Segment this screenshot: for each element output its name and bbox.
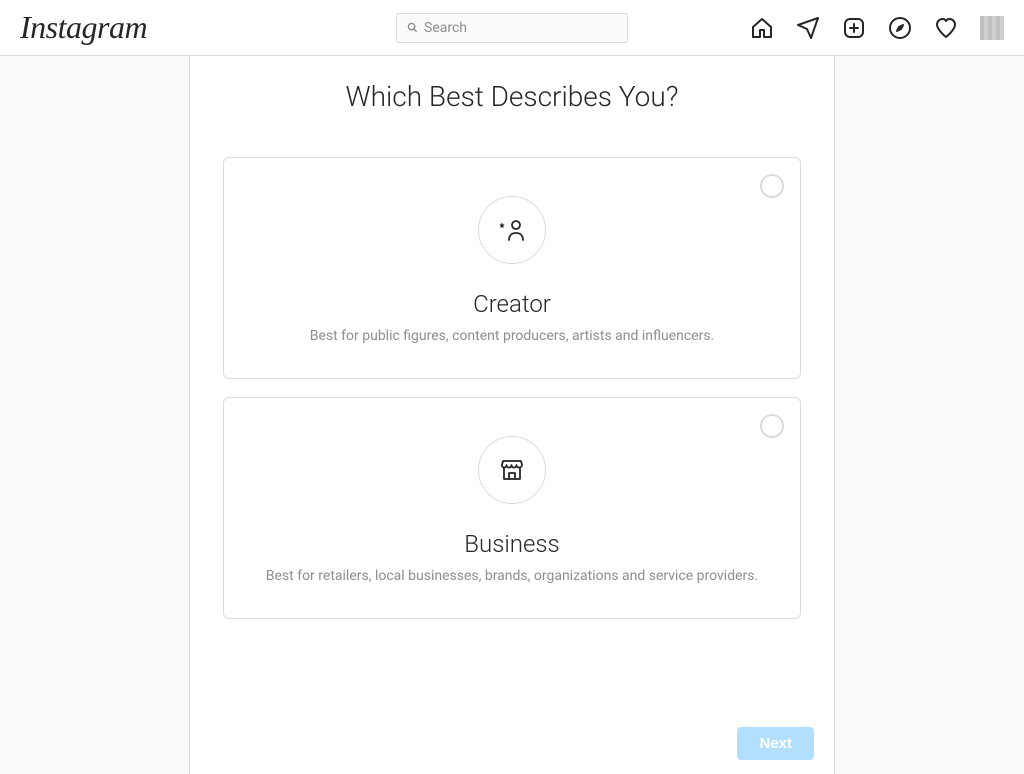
creator-icon [478, 196, 546, 264]
creator-option-card[interactable]: Creator Best for public figures, content… [223, 157, 801, 379]
search-placeholder: Search [424, 20, 467, 36]
top-header: Instagram Search [0, 0, 1024, 56]
business-option-card[interactable]: Business Best for retailers, local busin… [223, 397, 801, 619]
instagram-logo[interactable]: Instagram [20, 9, 147, 46]
search-input[interactable]: Search [396, 13, 628, 43]
business-icon [478, 436, 546, 504]
nav-icons [750, 16, 1004, 40]
main-content: Which Best Describes You? Creator Best f… [0, 56, 1024, 774]
business-radio[interactable] [760, 414, 784, 438]
footer-actions: Next [737, 727, 814, 760]
creator-description: Best for public figures, content produce… [244, 328, 780, 344]
search-container: Search [396, 13, 628, 43]
home-icon[interactable] [750, 16, 774, 40]
profile-avatar[interactable] [980, 16, 1004, 40]
business-description: Best for retailers, local businesses, br… [244, 568, 780, 584]
creator-radio[interactable] [760, 174, 784, 198]
messages-icon[interactable] [796, 16, 820, 40]
activity-icon[interactable] [934, 16, 958, 40]
new-post-icon[interactable] [842, 16, 866, 40]
next-button[interactable]: Next [737, 727, 814, 760]
creator-title: Creator [244, 290, 780, 318]
explore-icon[interactable] [888, 16, 912, 40]
business-title: Business [244, 530, 780, 558]
search-icon [407, 22, 418, 33]
page-title: Which Best Describes You? [223, 80, 801, 113]
account-type-panel: Which Best Describes You? Creator Best f… [189, 56, 835, 774]
